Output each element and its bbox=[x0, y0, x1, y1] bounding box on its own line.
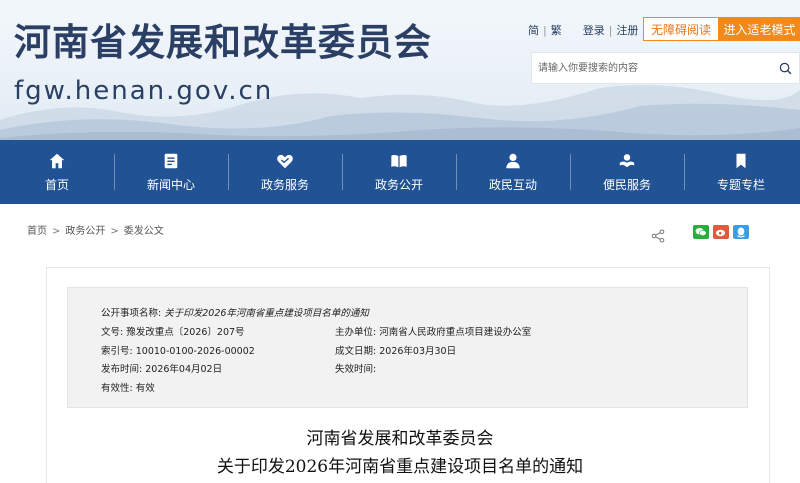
breadcrumb: 首页 > 政务公开 > 委发公文 bbox=[27, 222, 164, 237]
breadcrumb-current[interactable]: 委发公文 bbox=[124, 226, 164, 237]
service-icon bbox=[277, 154, 293, 168]
nav-item-interaction[interactable]: 政民互动 bbox=[456, 140, 570, 204]
meta-row-date: 成文日期: 2026年03月30日 bbox=[335, 343, 456, 357]
meta-row-index: 索引号: 10010-0100-2026-00002 bbox=[101, 343, 255, 357]
wechat-share-button[interactable] bbox=[693, 225, 709, 239]
separator: | bbox=[608, 24, 613, 37]
document-meta: 公开事项名称: 关于印发2026年河南省重点建设项目名单的通知 文号: 豫发改重… bbox=[67, 287, 748, 408]
meta-label: 主办单位: bbox=[335, 327, 377, 338]
simplified-link[interactable]: 简 bbox=[528, 22, 539, 38]
meta-organization: 河南省人民政府重点项目建设办公室 bbox=[379, 327, 532, 338]
news-icon bbox=[164, 153, 178, 168]
main-nav: 首页 新闻中心 政务服务 政务公开 政民互动 便民服务 专题专栏 bbox=[0, 140, 800, 204]
book-icon bbox=[391, 154, 407, 167]
nav-item-label: 便民服务 bbox=[602, 177, 651, 192]
meta-label: 失效时间: bbox=[335, 364, 377, 375]
site-title: 河南省发展和改革委员会 bbox=[14, 20, 432, 64]
wechat-icon bbox=[695, 228, 707, 237]
accessible-reading-button[interactable]: 无障碍阅读 bbox=[643, 17, 719, 41]
meta-label: 索引号: bbox=[101, 346, 133, 357]
meta-publish-date: 2026年04月02日 bbox=[145, 364, 223, 375]
meta-written-date: 2026年03月30日 bbox=[379, 346, 457, 357]
nav-item-convenience[interactable]: 便民服务 bbox=[570, 140, 684, 204]
search-box bbox=[531, 52, 800, 84]
user-icon bbox=[506, 153, 520, 168]
bookmark-icon bbox=[736, 153, 746, 168]
nav-item-topics[interactable]: 专题专栏 bbox=[684, 140, 798, 204]
nav-item-label: 专题专栏 bbox=[716, 177, 765, 192]
meta-label: 公开事项名称: bbox=[101, 308, 162, 319]
breadcrumb-home[interactable]: 首页 bbox=[27, 226, 47, 237]
site-header: 河南省发展和改革委员会 fgw.henan.gov.cn 简 | 繁 登录 | 注册 无… bbox=[0, 0, 800, 140]
nav-item-home[interactable]: 首页 bbox=[0, 140, 114, 204]
meta-item-name: 关于印发2026年河南省重点建设项目名单的通知 bbox=[164, 308, 369, 319]
weibo-share-button[interactable] bbox=[713, 225, 729, 239]
site-domain: fgw.henan.gov.cn bbox=[14, 76, 274, 106]
meta-label: 发布时间: bbox=[101, 364, 143, 375]
home-icon bbox=[49, 153, 65, 168]
meta-row-expire: 失效时间: bbox=[335, 361, 376, 375]
nav-item-label: 首页 bbox=[44, 177, 69, 192]
weibo-icon bbox=[715, 229, 726, 237]
login-link[interactable]: 登录 bbox=[583, 22, 605, 38]
hands-icon bbox=[619, 153, 635, 167]
share-icon[interactable] bbox=[651, 229, 665, 243]
meta-label: 文号: bbox=[101, 327, 124, 338]
document-title-line2: 关于印发2026年河南省重点建设项目名单的通知 bbox=[216, 457, 584, 477]
register-link[interactable]: 注册 bbox=[616, 22, 638, 38]
meta-label: 有效性: bbox=[101, 383, 133, 394]
meta-row-docno: 文号: 豫发改重点〔2026〕207号 bbox=[101, 324, 245, 338]
breadcrumb-separator: > bbox=[52, 226, 61, 237]
nav-item-label: 政务服务 bbox=[260, 177, 309, 192]
qq-share-button[interactable] bbox=[733, 225, 749, 239]
meta-row-valid: 有效性: 有效 bbox=[101, 380, 155, 394]
nav-item-label: 政务公开 bbox=[374, 177, 423, 192]
meta-row-org: 主办单位: 河南省人民政府重点项目建设办公室 bbox=[335, 324, 531, 338]
separator: | bbox=[543, 24, 547, 37]
breadcrumb-separator: > bbox=[110, 226, 119, 237]
elder-mode-button[interactable]: 进入适老模式 bbox=[719, 17, 800, 41]
qq-icon bbox=[737, 227, 745, 237]
top-links: 简 | 繁 登录 | 注册 bbox=[528, 22, 638, 38]
meta-doc-number: 豫发改重点〔2026〕207号 bbox=[126, 327, 245, 338]
meta-index-number: 10010-0100-2026-00002 bbox=[135, 346, 255, 357]
meta-row-item: 公开事项名称: 关于印发2026年河南省重点建设项目名单的通知 bbox=[101, 305, 369, 319]
nav-item-service[interactable]: 政务服务 bbox=[228, 140, 342, 204]
nav-item-label: 政民互动 bbox=[488, 177, 537, 192]
document-title-line1: 河南省发展和改革委员会 bbox=[306, 429, 494, 449]
meta-label: 成文日期: bbox=[335, 346, 377, 357]
meta-row-publish: 发布时间: 2026年04月02日 bbox=[101, 361, 222, 375]
search-icon[interactable] bbox=[771, 53, 799, 83]
nav-item-openness[interactable]: 政务公开 bbox=[342, 140, 456, 204]
meta-validity: 有效 bbox=[135, 383, 155, 394]
search-input[interactable] bbox=[532, 53, 771, 83]
nav-item-news[interactable]: 新闻中心 bbox=[114, 140, 228, 204]
traditional-link[interactable]: 繁 bbox=[551, 22, 562, 38]
breadcrumb-openness[interactable]: 政务公开 bbox=[65, 226, 105, 237]
nav-item-label: 新闻中心 bbox=[146, 177, 195, 192]
